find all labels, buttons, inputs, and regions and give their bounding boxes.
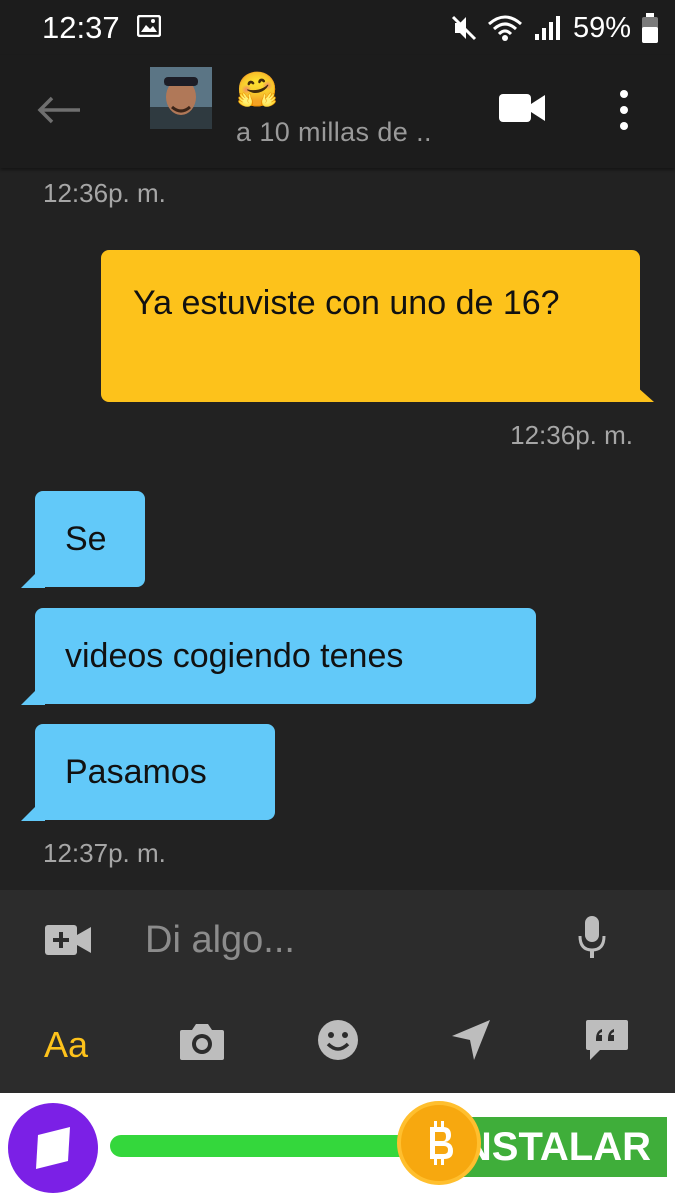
incoming-message-bubble[interactable]: videos cogiendo tenes <box>35 608 536 704</box>
distance-label: a 10 millas de .. <box>236 117 432 147</box>
install-label: NSTALAR <box>462 1125 651 1169</box>
location-arrow-icon[interactable] <box>450 1018 492 1062</box>
status-time: 12:37 <box>42 10 120 45</box>
status-bar: 12:37 59% <box>0 0 675 55</box>
avatar-photo <box>150 67 212 129</box>
mute-icon <box>451 15 477 41</box>
ad-banner[interactable]: NSTALAR <box>0 1093 675 1200</box>
video-add-icon[interactable] <box>44 922 92 958</box>
chat-header: 🤗 a 10 millas de .. <box>0 55 675 168</box>
composer: Aa <box>0 890 675 1093</box>
outgoing-bubble-tail <box>627 378 654 402</box>
incoming-bubble-tail <box>21 681 45 705</box>
emoji-icon[interactable] <box>316 1018 360 1062</box>
timestamp: 12:37p. m. <box>43 838 166 868</box>
message-text: Se <box>65 520 107 558</box>
message-text: Pasamos <box>65 753 207 791</box>
status-right-group: 59% <box>451 9 659 47</box>
image-icon <box>137 15 161 37</box>
camera-icon[interactable] <box>178 1022 226 1062</box>
text-format-button[interactable]: Aa <box>44 1024 88 1066</box>
more-vert-icon[interactable] <box>612 88 636 132</box>
quote-icon[interactable] <box>584 1018 630 1062</box>
video-call-icon[interactable] <box>497 91 547 125</box>
timestamp: 12:36p. m. <box>510 420 633 450</box>
incoming-bubble-tail <box>21 797 45 821</box>
incoming-message-bubble[interactable]: Se <box>35 491 145 587</box>
message-text: Ya estuviste con uno de 16? <box>133 284 560 322</box>
outgoing-message-bubble[interactable]: Ya estuviste con uno de 16? <box>101 250 640 402</box>
microphone-icon[interactable] <box>577 914 607 962</box>
bitcoin-icon <box>397 1101 481 1185</box>
incoming-message-bubble[interactable]: Pasamos <box>35 724 275 820</box>
message-text: videos cogiendo tenes <box>65 637 404 675</box>
battery-percent: 59% <box>572 11 631 44</box>
ad-logo-icon <box>36 1127 70 1169</box>
ad-logo[interactable] <box>8 1103 98 1193</box>
bitcoin-symbol <box>430 1121 453 1165</box>
back-arrow-icon[interactable] <box>36 95 82 125</box>
message-input[interactable] <box>145 910 545 970</box>
wifi-icon <box>487 15 522 41</box>
incoming-bubble-tail <box>21 564 45 588</box>
ad-progress-track <box>110 1135 440 1157</box>
battery-icon <box>642 13 658 43</box>
signal-icon <box>534 16 560 40</box>
contact-name-emoji: 🤗 <box>236 71 279 109</box>
timestamp: 12:36p. m. <box>43 178 166 208</box>
avatar[interactable] <box>150 67 212 129</box>
